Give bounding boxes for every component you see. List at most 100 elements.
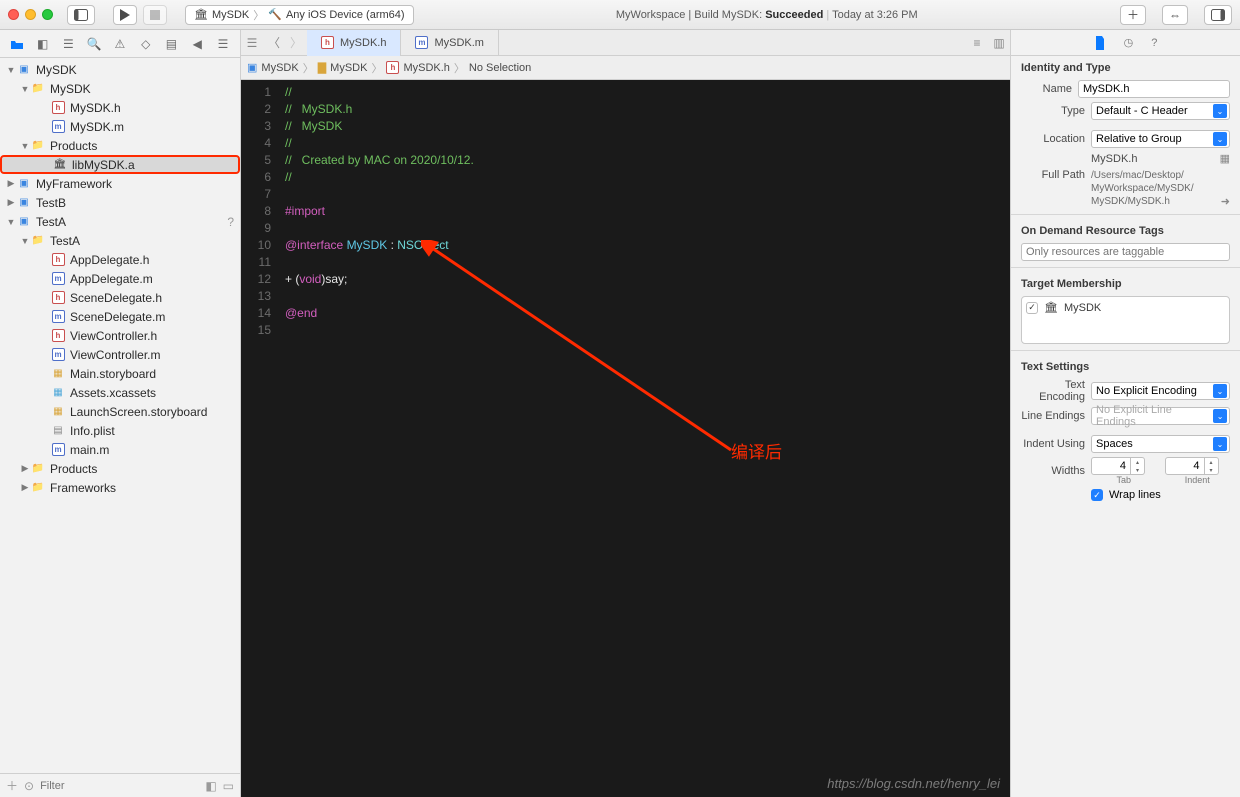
breakpoint-navigator-tab[interactable]: ◀ bbox=[189, 36, 205, 52]
annotation-label: 编译后 bbox=[731, 438, 782, 463]
run-button[interactable] bbox=[113, 5, 137, 25]
tree-row[interactable]: ▼▣TestA? bbox=[0, 212, 240, 231]
tm-checkbox[interactable]: ✓ bbox=[1026, 302, 1038, 314]
zoom-window-icon[interactable] bbox=[42, 9, 53, 20]
code-review-button[interactable]: ⇔ bbox=[1162, 5, 1188, 25]
tree-row[interactable]: ▶▣TestB bbox=[0, 193, 240, 212]
window-controls[interactable] bbox=[8, 9, 53, 20]
tree-row[interactable]: mSceneDelegate.m bbox=[0, 307, 240, 326]
tree-label: MySDK.h bbox=[70, 101, 121, 115]
nav-forward-icon[interactable]: 〉 bbox=[285, 34, 307, 51]
tree-row[interactable]: ▦Assets.xcassets bbox=[0, 383, 240, 402]
editor-tab[interactable]: hMySDK.h bbox=[307, 30, 401, 56]
tree-row[interactable]: ▶📁Products bbox=[0, 459, 240, 478]
project-navigator-tab[interactable] bbox=[9, 36, 25, 52]
tree-row[interactable]: ▤Info.plist bbox=[0, 421, 240, 440]
debug-navigator-tab[interactable]: ▤ bbox=[163, 36, 179, 52]
tree-row[interactable]: mViewController.m bbox=[0, 345, 240, 364]
name-input[interactable] bbox=[1078, 80, 1230, 98]
folder-icon: ▇ bbox=[318, 61, 326, 74]
tree-row[interactable]: ▦LaunchScreen.storyboard bbox=[0, 402, 240, 421]
tree-label: SceneDelegate.h bbox=[70, 291, 162, 305]
tree-row[interactable]: hAppDelegate.h bbox=[0, 250, 240, 269]
tree-row[interactable]: hSceneDelegate.h bbox=[0, 288, 240, 307]
tree-label: libMySDK.a bbox=[72, 158, 135, 172]
jumpbar-seg-1[interactable]: MySDK bbox=[330, 62, 367, 74]
type-select[interactable]: Default - C Header⌄ bbox=[1091, 102, 1230, 120]
widths-label: Widths bbox=[1021, 465, 1085, 477]
related-items-icon[interactable]: ☰ bbox=[241, 36, 263, 50]
tm-target-label: MySDK bbox=[1064, 302, 1101, 314]
identity-section-title: Identity and Type bbox=[1011, 56, 1240, 78]
file-inspector-tab[interactable] bbox=[1094, 36, 1106, 50]
ts-section-title: Text Settings bbox=[1011, 355, 1240, 377]
history-inspector-tab[interactable]: ◷ bbox=[1124, 36, 1134, 49]
editor-tab[interactable]: mMySDK.m bbox=[401, 30, 499, 56]
tree-row[interactable]: hViewController.h bbox=[0, 326, 240, 345]
code-content[interactable]: //// MySDK.h// MySDK//// Created by MAC … bbox=[281, 80, 1010, 797]
indent-width-stepper[interactable]: ▴▾ bbox=[1165, 457, 1231, 475]
symbol-navigator-tab[interactable]: ☰ bbox=[60, 36, 76, 52]
tree-row[interactable]: mmain.m bbox=[0, 440, 240, 459]
fullpath-value: /Users/mac/Desktop/ MyWorkspace/MySDK/ M… bbox=[1091, 169, 1215, 208]
wrap-lines-label: Wrap lines bbox=[1109, 489, 1161, 501]
status-prefix: MyWorkspace | Build MySDK: bbox=[616, 9, 765, 21]
tree-row[interactable]: ▦Main.storyboard bbox=[0, 364, 240, 383]
jumpbar-seg-0[interactable]: MySDK bbox=[261, 62, 298, 74]
stop-button[interactable] bbox=[143, 5, 167, 25]
te-label: Text Encoding bbox=[1021, 379, 1085, 403]
issue-navigator-tab[interactable]: ⚠ bbox=[112, 36, 128, 52]
add-file-icon[interactable]: ＋ bbox=[6, 777, 18, 794]
close-window-icon[interactable] bbox=[8, 9, 19, 20]
tree-row[interactable]: 🏛libMySDK.a bbox=[0, 155, 240, 174]
assistant-adjust-icon[interactable]: ▥ bbox=[988, 36, 1010, 50]
wrap-lines-checkbox[interactable]: ✓ bbox=[1091, 489, 1103, 501]
hammer-icon: 🔨 bbox=[268, 8, 282, 21]
toggle-inspector-button[interactable] bbox=[1204, 5, 1232, 25]
tree-row[interactable]: ▼📁MySDK bbox=[0, 79, 240, 98]
editor-options-icon[interactable]: ≡ bbox=[966, 36, 988, 50]
filter-input[interactable] bbox=[40, 780, 199, 792]
find-navigator-tab[interactable]: 🔍 bbox=[86, 36, 102, 52]
recent-filter-icon[interactable]: ◧ bbox=[205, 779, 216, 793]
tree-row[interactable]: ▶▣MyFramework bbox=[0, 174, 240, 193]
source-control-navigator-tab[interactable]: ◧ bbox=[35, 36, 51, 52]
tree-row[interactable]: ▼▣MySDK bbox=[0, 60, 240, 79]
tree-row[interactable]: mMySDK.m bbox=[0, 117, 240, 136]
code-editor[interactable]: 123456789101112131415 //// MySDK.h// MyS… bbox=[241, 80, 1010, 797]
tree-label: MySDK bbox=[50, 82, 91, 96]
jumpbar-seg-3[interactable]: No Selection bbox=[469, 62, 531, 74]
help-inspector-tab[interactable]: ? bbox=[1151, 37, 1157, 49]
text-encoding-select[interactable]: No Explicit Encoding⌄ bbox=[1091, 382, 1230, 400]
add-button[interactable]: ＋ bbox=[1120, 5, 1146, 25]
scheme-selector[interactable]: 🏛 MySDK 〉 🔨 Any iOS Device (arm64) bbox=[185, 5, 414, 25]
reveal-path-icon[interactable]: ➜ bbox=[1221, 195, 1230, 208]
tree-label: TestA bbox=[36, 215, 66, 229]
location-select[interactable]: Relative to Group⌄ bbox=[1091, 130, 1230, 148]
tree-row[interactable]: mAppDelegate.m bbox=[0, 269, 240, 288]
filter-scope-icon[interactable]: ⊙ bbox=[24, 779, 34, 793]
navigator-panel: ◧ ☰ 🔍 ⚠ ◇ ▤ ◀ ☰ ▼▣MySDK▼📁MySDKhMySDK.hmM… bbox=[0, 30, 241, 797]
test-navigator-tab[interactable]: ◇ bbox=[138, 36, 154, 52]
line-endings-select[interactable]: No Explicit Line Endings⌄ bbox=[1091, 407, 1230, 425]
indent-using-select[interactable]: Spaces⌄ bbox=[1091, 435, 1230, 453]
nav-back-icon[interactable]: 〈 bbox=[263, 34, 285, 51]
le-label: Line Endings bbox=[1021, 410, 1085, 422]
tree-row[interactable]: ▼📁TestA bbox=[0, 231, 240, 250]
tab-width-stepper[interactable]: ▴▾ bbox=[1091, 457, 1157, 475]
project-tree[interactable]: ▼▣MySDK▼📁MySDKhMySDK.hmMySDK.m▼📁Products… bbox=[0, 58, 240, 773]
jump-bar[interactable]: ▣ MySDK〉 ▇ MySDK〉 h MySDK.h〉 No Selectio… bbox=[241, 56, 1010, 80]
status-state: Succeeded bbox=[765, 9, 823, 21]
report-navigator-tab[interactable]: ☰ bbox=[215, 36, 231, 52]
tree-row[interactable]: ▶📁Frameworks bbox=[0, 478, 240, 497]
toggle-navigator-button[interactable] bbox=[67, 5, 95, 25]
jumpbar-seg-2[interactable]: MySDK.h bbox=[403, 62, 449, 74]
tree-row[interactable]: ▼📁Products bbox=[0, 136, 240, 155]
tree-label: AppDelegate.h bbox=[70, 253, 149, 267]
scheme-target-label: MySDK bbox=[212, 9, 249, 21]
inspector-panel: ◷ ? Identity and Type Name Type Default … bbox=[1010, 30, 1240, 797]
minimize-window-icon[interactable] bbox=[25, 9, 36, 20]
location-folder-icon[interactable]: ▦ bbox=[1220, 152, 1230, 165]
tree-row[interactable]: hMySDK.h bbox=[0, 98, 240, 117]
scm-filter-icon[interactable]: ▭ bbox=[223, 779, 234, 793]
